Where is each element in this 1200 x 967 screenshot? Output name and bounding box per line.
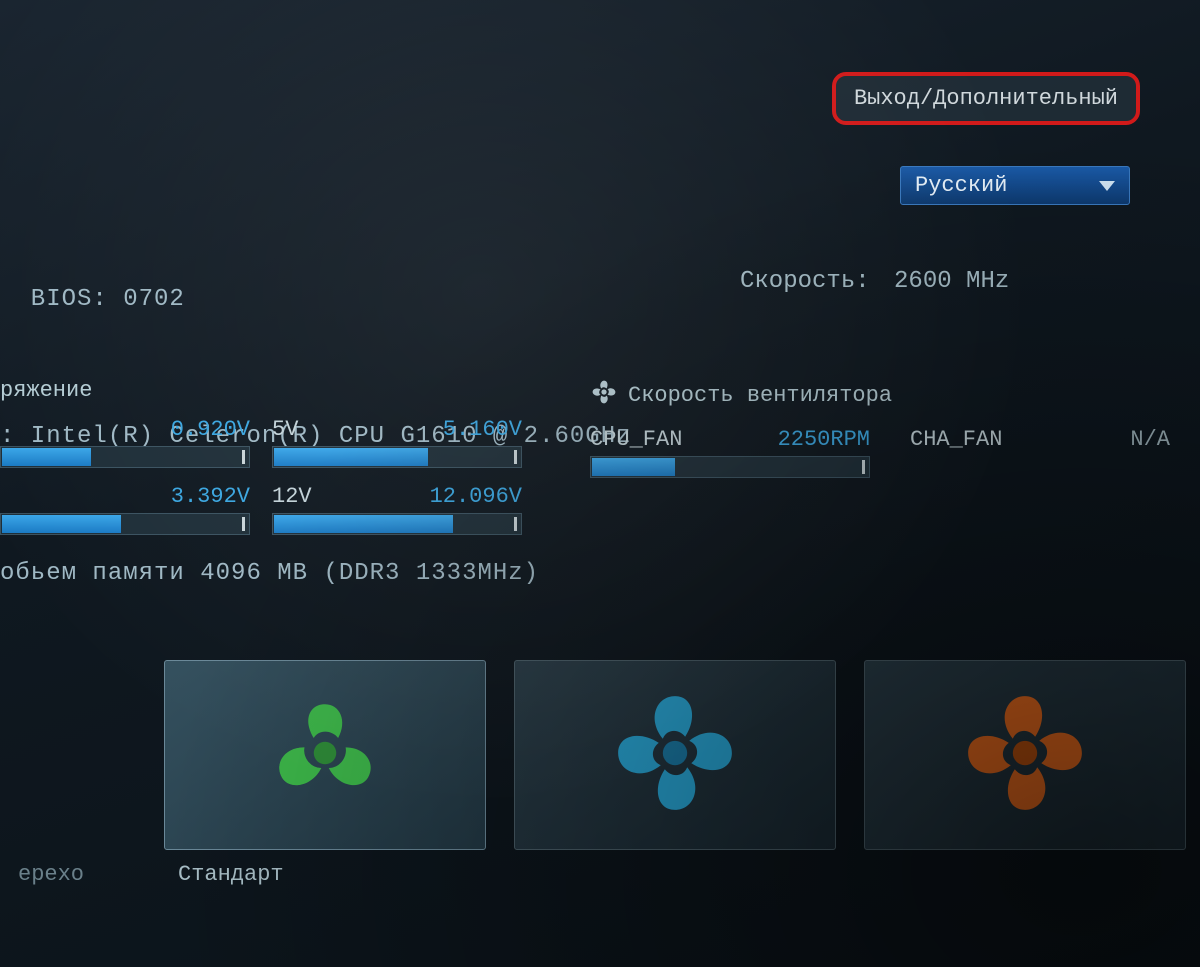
voltage-name: 5V: [272, 417, 298, 442]
fan-profile-strip: [0, 640, 1200, 870]
profile-label-cut: ерехо: [0, 862, 150, 887]
chevron-down-icon: [1099, 181, 1115, 191]
fan-profile-blue[interactable]: [514, 660, 836, 850]
voltage-value: 12.096V: [430, 484, 522, 509]
cpu-speed-value: 2600 MHz: [894, 268, 1009, 295]
profile-label-orange: [850, 862, 1200, 887]
fan-profile-labels: ерехо Стандарт: [0, 862, 1200, 887]
fan-profile-orange[interactable]: [864, 660, 1186, 850]
fan-icon: [590, 378, 618, 413]
cpu-fan-value: 2250RPM: [778, 427, 870, 452]
fan-speed-title: Скорость вентилятора: [590, 378, 1200, 413]
voltage-value: 0.920V: [171, 417, 250, 442]
voltage-meter-5v: 5V 5.160V: [272, 417, 522, 468]
fan-icon-orange: [960, 688, 1090, 823]
cpu-fan-meter: CPU_FAN 2250RPM: [590, 427, 870, 478]
profile-label-standard: Стандарт: [150, 862, 500, 887]
profile-label-blue: [500, 862, 850, 887]
bios-version-line: BIOS: 0702: [0, 277, 632, 323]
exit-advanced-button[interactable]: Выход/Дополнительный: [832, 72, 1140, 125]
voltage-name: 12V: [272, 484, 312, 509]
cha-fan-name: CHA_FAN: [910, 427, 1002, 452]
voltage-value: 3.392V: [171, 484, 250, 509]
fan-icon-green: [265, 693, 385, 818]
voltage-section: ряжение 0.920V 5V 5.160V 3.392V: [0, 378, 565, 551]
cpu-speed-readout: Скорость: 2600 MHz: [740, 268, 1009, 295]
cpu-fan-name: CPU_FAN: [590, 427, 682, 452]
cha-fan-value: N/A: [1130, 427, 1170, 452]
language-value: Русский: [915, 173, 1007, 198]
fan-speed-section: Скорость вентилятора CPU_FAN 2250RPM CHA…: [590, 378, 1200, 478]
fan-icon-blue: [610, 688, 740, 823]
exit-advanced-label: Выход/Дополнительный: [854, 86, 1118, 111]
voltage-meter-3v: 3.392V: [0, 484, 250, 535]
fan-profile-standard[interactable]: [164, 660, 486, 850]
memory-line: обьем памяти 4096 MB (DDR3 1333MHz): [0, 551, 632, 597]
voltage-title: ряжение: [0, 378, 565, 403]
voltage-meter-vcore: 0.920V: [0, 417, 250, 468]
language-select[interactable]: Русский: [900, 166, 1130, 205]
voltage-meter-12v: 12V 12.096V: [272, 484, 522, 535]
voltage-value: 5.160V: [443, 417, 522, 442]
cpu-speed-label: Скорость:: [740, 268, 870, 295]
profile-slot-cut: [0, 640, 150, 870]
cha-fan-meter: CHA_FAN N/A: [910, 427, 1170, 478]
